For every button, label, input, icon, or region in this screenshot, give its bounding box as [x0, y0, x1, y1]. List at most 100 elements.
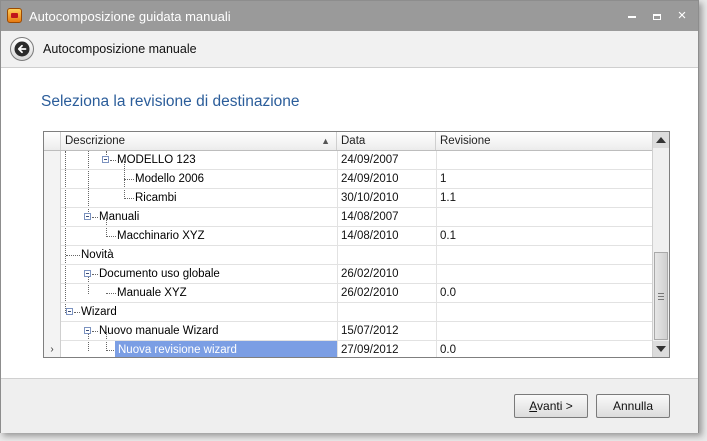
- minimize-icon: [628, 15, 636, 18]
- collapse-toggle-icon[interactable]: [84, 327, 91, 334]
- next-button-label: vanti >: [537, 399, 573, 413]
- minimize-button[interactable]: [621, 6, 643, 26]
- tree-row[interactable]: MODELLO 123 24/09/2007: [44, 151, 652, 170]
- tree-row[interactable]: Nuovo manuale Wizard 15/07/2012: [44, 322, 652, 341]
- row-indicator: [44, 265, 61, 284]
- grid-header: Descrizione ▲ Data Revisione: [44, 132, 652, 151]
- next-button-accelerator: A: [529, 399, 538, 413]
- cancel-button[interactable]: Annulla: [596, 394, 670, 418]
- dialog-window: Autocomposizione guidata manuali × Autoc…: [0, 0, 699, 433]
- tree-row[interactable]: Documento uso globale 26/02/2010: [44, 265, 652, 284]
- revision-tree-grid[interactable]: Descrizione ▲ Data Revisione MODELLO 123: [43, 131, 670, 358]
- row-date: 30/10/2010: [341, 192, 399, 204]
- maximize-icon: [653, 13, 661, 20]
- column-separator: [436, 227, 437, 246]
- maximize-button[interactable]: [646, 6, 668, 26]
- row-label: Ricambi: [135, 192, 177, 204]
- wizard-header: Autocomposizione manuale: [1, 31, 698, 68]
- column-header-date[interactable]: Data: [337, 132, 436, 150]
- collapse-toggle-icon[interactable]: [84, 270, 91, 277]
- back-button[interactable]: [10, 37, 34, 61]
- row-indicator: [44, 208, 61, 227]
- row-label: MODELLO 123: [117, 154, 196, 166]
- scroll-thumb[interactable]: [654, 252, 668, 340]
- row-date: 26/02/2010: [341, 268, 399, 280]
- row-date: 27/09/2012: [341, 344, 399, 356]
- tree-row[interactable]: Novità: [44, 246, 652, 265]
- header-title: Autocomposizione manuale: [43, 42, 197, 56]
- tree-line: [92, 331, 98, 332]
- back-arrow-icon: [14, 41, 30, 57]
- tree-row[interactable]: Ricambi 30/10/2010 1.1: [44, 189, 652, 208]
- column-separator: [436, 208, 437, 227]
- column-header-description[interactable]: Descrizione ▲: [61, 132, 337, 150]
- row-label: Nuova revisione wizard: [115, 341, 337, 357]
- tree-row[interactable]: Modello 2006 24/09/2010 1: [44, 170, 652, 189]
- tree-line: [106, 350, 114, 351]
- window-title: Autocomposizione guidata manuali: [29, 9, 231, 24]
- row-label: Wizard: [81, 306, 117, 318]
- header-indicator-cell: [44, 132, 61, 150]
- tree-row[interactable]: Macchinario XYZ 14/08/2010 0.1: [44, 227, 652, 246]
- tree-line: [92, 217, 98, 218]
- title-bar[interactable]: Autocomposizione guidata manuali ×: [1, 1, 698, 31]
- column-separator: [436, 303, 437, 322]
- row-label: Nuovo manuale Wizard: [99, 325, 219, 337]
- row-indicator: [44, 246, 61, 265]
- column-separator: [436, 322, 437, 341]
- column-separator: [337, 151, 338, 170]
- column-separator: [337, 246, 338, 265]
- row-indicator: [44, 227, 61, 246]
- close-button[interactable]: ×: [671, 6, 693, 26]
- tree-line: [74, 312, 80, 313]
- row-indicator: [44, 322, 61, 341]
- content-area: Seleziona la revisione di destinazione D…: [1, 68, 698, 378]
- row-indicator: [44, 189, 61, 208]
- collapse-toggle-icon[interactable]: [102, 156, 109, 163]
- close-icon: ×: [677, 7, 687, 24]
- row-label: Documento uso globale: [99, 268, 220, 280]
- column-separator: [436, 170, 437, 189]
- section-title: Seleziona la revisione di destinazione: [41, 93, 300, 110]
- collapse-toggle-icon[interactable]: [66, 308, 73, 315]
- app-icon: [7, 8, 22, 23]
- next-button[interactable]: Avanti >: [514, 394, 588, 418]
- grip-icon: [658, 293, 664, 300]
- column-header-description-label: Descrizione: [65, 135, 126, 147]
- tree-line: [66, 255, 80, 256]
- current-row-indicator: ›: [44, 341, 61, 357]
- row-label: Manuali: [99, 211, 140, 223]
- button-bar: Avanti > Annulla: [1, 378, 698, 433]
- row-indicator: [44, 303, 61, 322]
- row-label: Manuale XYZ: [117, 287, 187, 299]
- column-separator: [436, 341, 437, 357]
- row-date: 24/09/2010: [341, 173, 399, 185]
- vertical-scrollbar[interactable]: [652, 132, 669, 357]
- tree-row-selected[interactable]: › Nuova revisione wizard 27/09/2012 0.0: [44, 341, 652, 357]
- scroll-up-icon[interactable]: [653, 132, 669, 148]
- row-revision: 0.0: [440, 344, 456, 356]
- row-date: 14/08/2007: [341, 211, 399, 223]
- column-header-date-label: Data: [341, 135, 366, 147]
- tree-line: [124, 179, 134, 180]
- column-separator: [337, 341, 338, 357]
- row-date: 24/09/2007: [341, 154, 399, 166]
- row-indicator: [44, 151, 61, 170]
- tree-row[interactable]: Manuali 14/08/2007: [44, 208, 652, 227]
- column-separator: [436, 189, 437, 208]
- column-separator: [337, 189, 338, 208]
- column-header-revision[interactable]: Revisione: [436, 132, 652, 150]
- row-label: Macchinario XYZ: [117, 230, 205, 242]
- scroll-down-icon[interactable]: [653, 341, 669, 357]
- row-date: 26/02/2010: [341, 287, 399, 299]
- column-separator: [436, 151, 437, 170]
- tree-line: [124, 198, 134, 199]
- column-separator: [436, 246, 437, 265]
- tree-row[interactable]: Manuale XYZ 26/02/2010 0.0: [44, 284, 652, 303]
- collapse-toggle-icon[interactable]: [84, 213, 91, 220]
- row-revision: 1.1: [440, 192, 456, 204]
- tree-row[interactable]: Wizard: [44, 303, 652, 322]
- tree-line: [106, 293, 116, 294]
- tree-line: [92, 274, 98, 275]
- column-separator: [436, 265, 437, 284]
